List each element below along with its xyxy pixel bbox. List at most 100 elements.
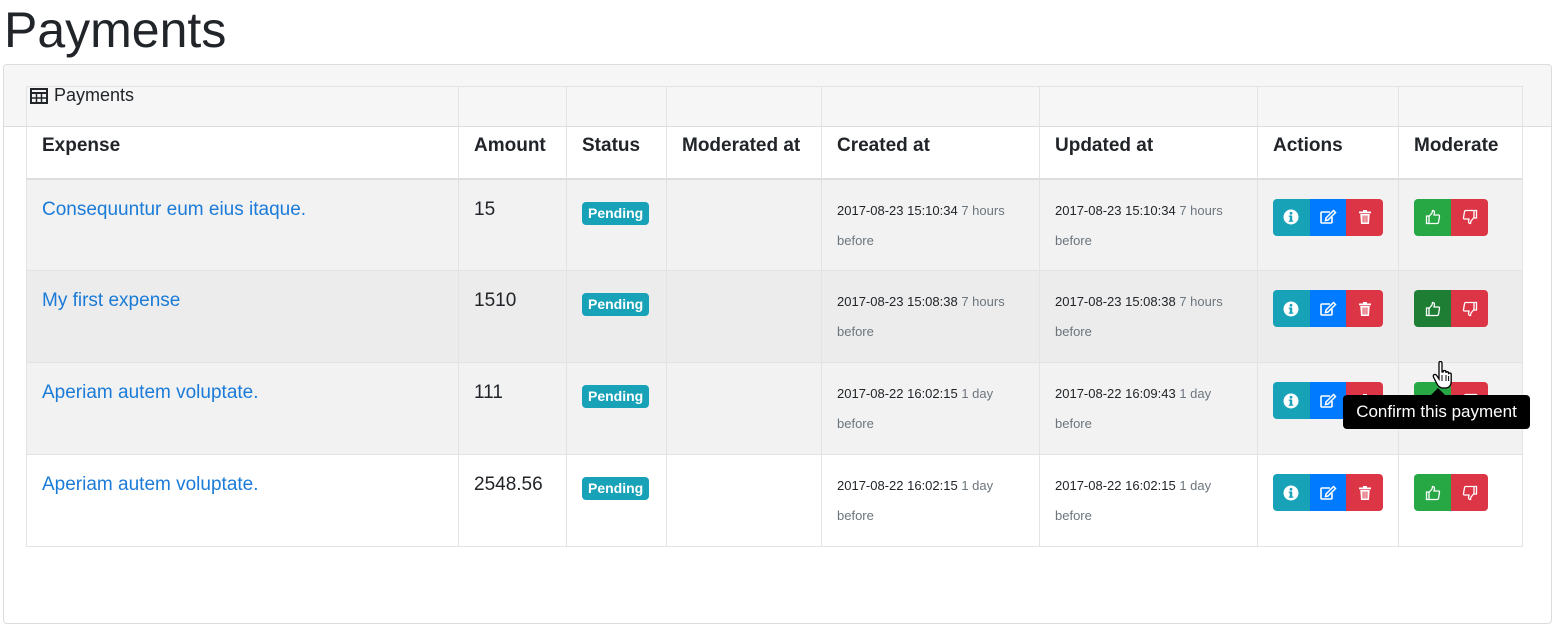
table-header-row: Expense Amount Status Moderated at Creat… — [26, 86, 1523, 180]
column-header-moderated-at[interactable]: Moderated at — [666, 86, 822, 180]
edit-icon — [1320, 300, 1337, 316]
created-relative: 7 hours — [961, 294, 1005, 309]
expense-cell: Aperiam autem voluptate. — [26, 362, 459, 455]
info-icon — [1283, 209, 1299, 225]
info-icon — [1283, 393, 1299, 408]
column-header-expense[interactable]: Expense — [26, 86, 459, 180]
updated-relative-suffix: before — [1055, 232, 1092, 248]
created-relative-suffix: before — [837, 508, 874, 523]
confirm-payment-button[interactable] — [1414, 290, 1451, 327]
trash-icon — [1358, 485, 1371, 500]
created-relative: 7 hours — [961, 202, 1005, 218]
created-at-cell: 2017-08-22 16:02:15 1 day before — [821, 362, 1040, 455]
table-row: My first expense 1510 Pending 2017-08-23… — [26, 270, 1523, 363]
column-header-created-at[interactable]: Created at — [821, 86, 1040, 180]
updated-relative: 1 day — [1179, 478, 1212, 493]
thumbs-down-icon — [1462, 209, 1477, 225]
actions-button-group — [1273, 290, 1384, 327]
thumbs-up-icon — [1425, 485, 1440, 500]
table-row: Aperiam autem voluptate. 2548.56 Pending… — [26, 454, 1523, 547]
updated-at-value: 2017-08-22 16:02:15 1 day before — [1055, 471, 1242, 531]
amount-cell: 15 — [458, 178, 567, 271]
status-cell: Pending — [566, 270, 667, 363]
status-cell: Pending — [566, 454, 667, 547]
amount-cell: 2548.56 — [458, 454, 567, 547]
created-relative-suffix: before — [837, 416, 874, 431]
column-header-updated-at[interactable]: Updated at — [1039, 86, 1258, 180]
confirm-payment-button[interactable] — [1414, 198, 1451, 236]
thumbs-down-icon — [1462, 485, 1477, 500]
table-row: Aperiam autem voluptate. 111 Pending 201… — [26, 362, 1523, 455]
expense-link[interactable]: Aperiam autem voluptate. — [42, 474, 259, 495]
moderate-cell — [1398, 178, 1523, 271]
actions-cell — [1257, 270, 1399, 363]
confirm-payment-button[interactable] — [1414, 474, 1451, 511]
amount-value: 2548.56 — [474, 474, 543, 495]
edit-button[interactable] — [1309, 290, 1347, 327]
delete-button[interactable] — [1346, 474, 1384, 511]
view-button[interactable] — [1273, 290, 1310, 327]
moderated-at-cell — [666, 454, 822, 547]
page-title: Payments — [4, 2, 227, 58]
actions-cell — [1257, 454, 1399, 547]
edit-icon — [1320, 484, 1337, 500]
expense-link[interactable]: Consequuntur eum eius itaque. — [42, 199, 306, 220]
delete-button[interactable] — [1346, 290, 1384, 327]
amount-cell: 1510 — [458, 270, 567, 363]
created-at-value: 2017-08-22 16:02:15 1 day before — [837, 379, 1024, 439]
thumbs-down-icon — [1462, 301, 1477, 316]
created-relative-suffix: before — [837, 232, 874, 248]
edit-button[interactable] — [1309, 382, 1347, 419]
reject-payment-button[interactable] — [1451, 290, 1488, 327]
updated-at-cell: 2017-08-23 15:10:34 7 hours before — [1039, 178, 1258, 271]
payments-table: Expense Amount Status Moderated at Creat… — [26, 86, 1523, 547]
updated-at-value: 2017-08-22 16:09:43 1 day before — [1055, 379, 1242, 439]
moderate-cell — [1398, 270, 1523, 363]
moderated-at-cell — [666, 270, 822, 363]
updated-relative-suffix: before — [1055, 508, 1092, 523]
updated-relative: 7 hours — [1179, 202, 1223, 218]
reject-payment-button[interactable] — [1451, 474, 1488, 511]
view-button[interactable] — [1273, 382, 1310, 419]
status-cell: Pending — [566, 362, 667, 455]
created-at-value: 2017-08-23 15:10:34 7 hours before — [837, 196, 1024, 256]
status-badge: Pending — [582, 477, 650, 500]
expense-link[interactable]: Aperiam autem voluptate. — [42, 382, 259, 403]
updated-at-cell: 2017-08-22 16:02:15 1 day before — [1039, 454, 1258, 547]
view-button[interactable] — [1273, 474, 1310, 511]
status-badge: Pending — [582, 293, 650, 316]
column-header-amount[interactable]: Amount — [458, 86, 567, 180]
edit-button[interactable] — [1309, 198, 1347, 236]
updated-at-value: 2017-08-23 15:10:34 7 hours before — [1055, 196, 1242, 256]
mouse-pointer-icon — [1432, 361, 1452, 389]
expense-link[interactable]: My first expense — [42, 290, 180, 311]
created-at-value: 2017-08-22 16:02:15 1 day before — [837, 471, 1024, 531]
actions-button-group — [1273, 198, 1384, 236]
info-icon — [1283, 485, 1299, 500]
updated-date: 2017-08-22 16:09:43 — [1055, 386, 1176, 401]
updated-date: 2017-08-23 15:08:38 — [1055, 294, 1176, 309]
created-relative: 1 day — [961, 478, 994, 493]
edit-icon — [1320, 209, 1337, 224]
column-header-actions: Actions — [1257, 86, 1399, 180]
created-date: 2017-08-22 16:02:15 — [837, 386, 958, 401]
created-at-cell: 2017-08-22 16:02:15 1 day before — [821, 454, 1040, 547]
reject-payment-button[interactable] — [1451, 198, 1488, 236]
created-at-cell: 2017-08-23 15:08:38 7 hours before — [821, 270, 1040, 363]
column-header-status[interactable]: Status — [566, 86, 667, 180]
created-relative-suffix: before — [837, 324, 874, 339]
amount-value: 15 — [474, 198, 496, 220]
created-date: 2017-08-23 15:10:34 — [837, 202, 958, 218]
actions-button-group — [1273, 474, 1384, 511]
moderate-button-group — [1414, 474, 1507, 511]
column-header-moderate: Moderate — [1398, 86, 1523, 180]
delete-button[interactable] — [1346, 198, 1384, 236]
thumbs-up-icon — [1425, 301, 1440, 316]
table-row: Consequuntur eum eius itaque. 15 Pending… — [26, 178, 1523, 271]
edit-button[interactable] — [1309, 474, 1347, 511]
moderated-at-cell — [666, 362, 822, 455]
created-at-cell: 2017-08-23 15:10:34 7 hours before — [821, 178, 1040, 271]
amount-cell: 111 — [458, 362, 567, 455]
view-button[interactable] — [1273, 198, 1310, 236]
amount-value: 1510 — [474, 290, 517, 311]
